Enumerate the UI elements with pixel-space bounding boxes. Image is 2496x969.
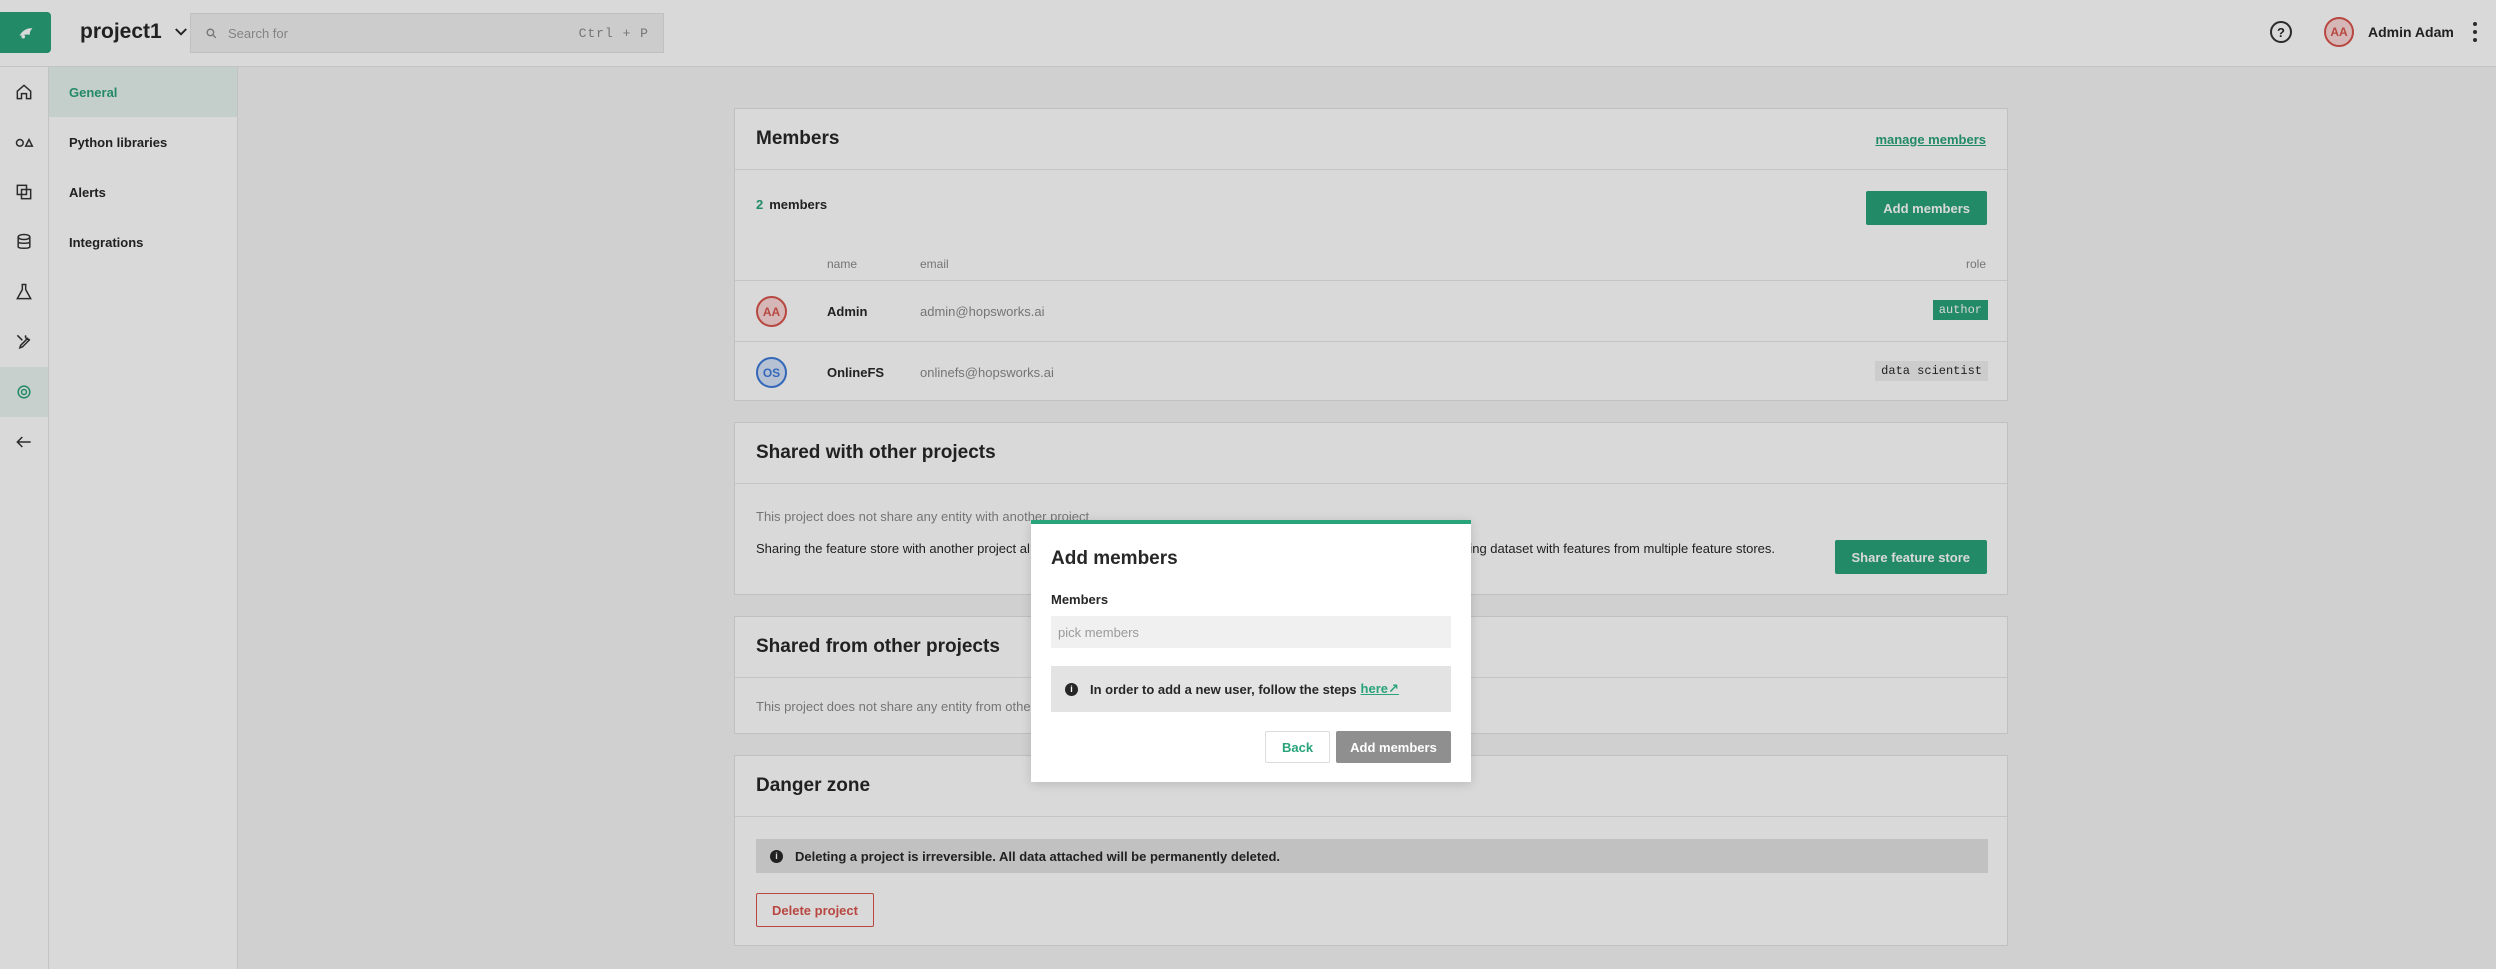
note-text: In order to add a new user, follow the s… (1090, 681, 1357, 697)
modal-backdrop[interactable] (0, 0, 2496, 969)
add-members-dialog: Add members Members pick members i In or… (1031, 520, 1471, 782)
back-button[interactable]: Back (1265, 731, 1331, 763)
add-user-note: i In order to add a new user, follow the… (1051, 666, 1451, 712)
steps-link[interactable]: here↗ (1361, 681, 1399, 697)
submit-add-members-button[interactable]: Add members (1336, 731, 1451, 763)
members-field-label: Members (1051, 592, 1109, 607)
members-picker[interactable]: pick members (1051, 616, 1451, 648)
info-icon: i (1065, 682, 1078, 696)
dialog-title: Add members (1051, 548, 1178, 569)
